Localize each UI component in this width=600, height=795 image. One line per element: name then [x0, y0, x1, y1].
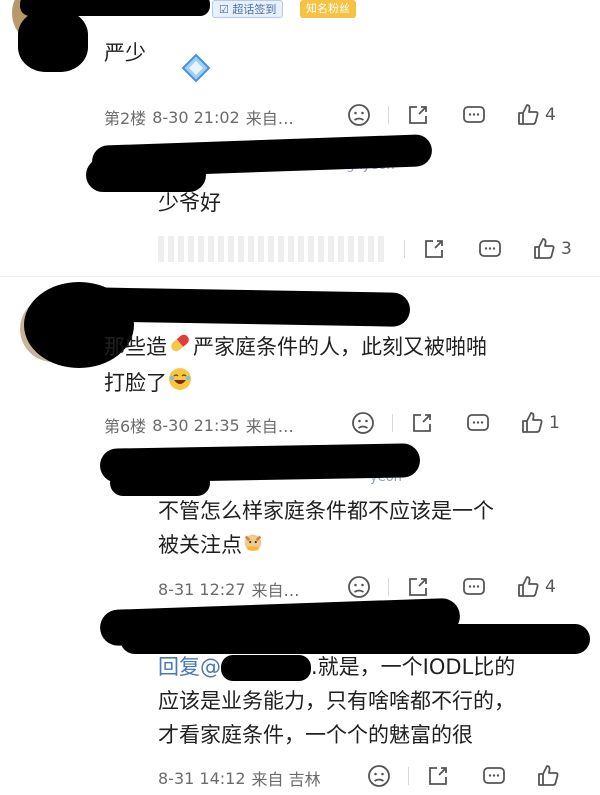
redacted-avatar: [18, 10, 88, 72]
floor-label: 第6楼: [104, 417, 147, 436]
floor-label: 第2楼: [104, 109, 147, 128]
share-icon[interactable]: [421, 236, 447, 262]
divider: [408, 767, 409, 785]
laughing-emoji-icon: [167, 366, 193, 402]
redacted-username: [79, 287, 411, 327]
divider: [388, 106, 389, 124]
diamond-sticker-icon: [180, 52, 212, 84]
action-bar: [366, 763, 565, 789]
date-label: 8-31 12:27: [158, 579, 246, 599]
comment-text: 不管怎么样家庭条件都不应该是一个 被关注点: [158, 494, 494, 563]
thumbs-up-icon[interactable]: [515, 102, 541, 128]
dislike-face-icon[interactable]: [350, 410, 376, 436]
comment-icon[interactable]: [465, 410, 491, 436]
comment-text: 那些造 严家庭条件的人，此刻又被啪啪 打脸了: [104, 330, 584, 402]
source-label: 来自…: [245, 417, 294, 436]
like-count: 4: [545, 105, 556, 125]
comment-icon[interactable]: [461, 102, 487, 128]
dislike-face-icon[interactable]: [346, 102, 372, 128]
thumbs-up-icon[interactable]: [531, 236, 557, 262]
comment-text: 少爷好: [158, 191, 221, 215]
dog-sticker-icon: [242, 529, 264, 563]
thumbs-up-icon[interactable]: [515, 574, 541, 600]
comment-divider: [0, 276, 600, 277]
date-label: 8-30 21:02: [152, 107, 240, 127]
share-icon[interactable]: [405, 574, 431, 600]
comment-meta: 8-31 14:12 来自 吉林: [158, 766, 327, 790]
share-icon[interactable]: [405, 102, 431, 128]
pill-emoji-icon: [167, 330, 193, 366]
comment-icon[interactable]: [461, 574, 487, 600]
date-label: 8-30 21:35: [152, 415, 240, 435]
redacted-avatar: [110, 470, 210, 496]
action-bar: 4: [346, 102, 556, 128]
fan-badge: 知名粉丝: [300, 0, 356, 18]
comment-meta: 第2楼 8-30 21:02 来自…: [104, 105, 300, 129]
comment-meta: 第6楼 8-30 21:35 来自…: [104, 413, 300, 437]
source-label: 来自…: [251, 581, 300, 600]
redacted-meta: [158, 236, 388, 262]
thumbs-up-icon[interactable]: [535, 763, 561, 789]
share-icon[interactable]: [409, 410, 435, 436]
comment-icon[interactable]: [477, 236, 503, 262]
action-bar: 4: [346, 574, 556, 600]
comment-text: 回复@ .就是，一个IODL比的 应该是业务能力，只有啥啥都不行的， 才看家庭条件…: [158, 655, 516, 747]
date-label: 8-31 14:12: [158, 768, 246, 788]
divider: [388, 578, 389, 596]
share-icon[interactable]: [425, 763, 451, 789]
divider: [392, 414, 393, 432]
comment-text: 严少: [104, 41, 146, 65]
comment-meta: 8-31 12:27 来自…: [158, 577, 306, 601]
source-label: 来自 吉林: [251, 770, 321, 789]
like-count: 3: [561, 239, 572, 259]
thumbs-up-icon[interactable]: [519, 410, 545, 436]
like-count: 1: [549, 413, 560, 433]
action-bar: 3: [388, 236, 572, 262]
redacted-mention: [221, 655, 311, 681]
dislike-face-icon[interactable]: [346, 574, 372, 600]
comment-icon[interactable]: [481, 763, 507, 789]
reply-mention[interactable]: 回复@: [158, 655, 311, 681]
dislike-face-icon[interactable]: [366, 763, 392, 789]
divider: [404, 240, 405, 258]
source-label: 来自…: [245, 109, 294, 128]
action-bar: 1: [350, 410, 560, 436]
like-count: 4: [545, 577, 556, 597]
super-checkin-badge: ☑ 超话签到: [212, 0, 284, 18]
